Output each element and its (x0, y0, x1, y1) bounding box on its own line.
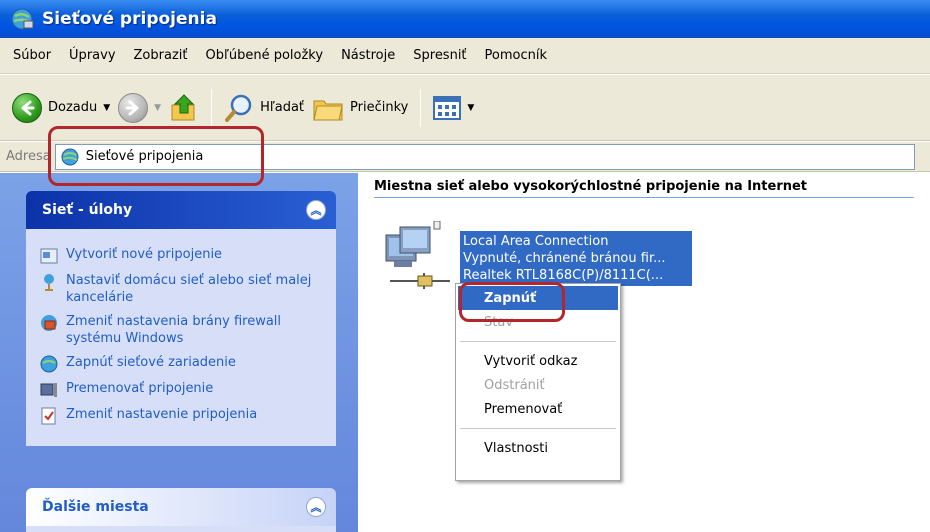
address-label: Adresa (6, 149, 51, 164)
up-folder-button[interactable] (165, 88, 203, 128)
toolbar: Dozadu ▼ ▼ Hľadať Priečinky ▼ (0, 75, 930, 141)
folders-label: Priečinky (350, 100, 409, 115)
connection-name: Local Area Connection (463, 234, 609, 249)
firewall-icon (41, 315, 57, 331)
connection-label[interactable]: Local Area Connection Vypnuté, chránené … (460, 231, 692, 286)
network-connections-icon (11, 8, 34, 30)
task-home-network[interactable]: Nastaviť domácu sieť alebo sieť malej ka… (40, 272, 326, 306)
group-title: Miestna sieť alebo vysokorýchlostné prip… (374, 179, 914, 198)
content-area: Miestna sieť alebo vysokorýchlostné prip… (358, 173, 930, 532)
rename-icon (40, 383, 57, 397)
up-folder-icon (171, 93, 195, 120)
menu-edit[interactable]: Úpravy (60, 48, 124, 63)
task-label: Zapnúť sieťové zariadenie (66, 355, 236, 370)
menu-item-rename[interactable]: Premenovať (458, 397, 618, 421)
connection-status: Vypnuté, chránené bránou fir... (463, 251, 666, 266)
network-tasks-title: Sieť - úlohy (42, 202, 133, 218)
new-connection-icon (40, 248, 58, 264)
back-button[interactable]: Dozadu ▼ (8, 88, 114, 128)
menu-favorites[interactable]: Obľúbené položky (196, 48, 332, 63)
task-label: Premenovať pripojenie (66, 381, 214, 396)
toolbar-separator (420, 88, 422, 127)
task-change-settings[interactable]: Zmeniť nastavenie pripojenia (40, 406, 326, 425)
back-dropdown-icon[interactable]: ▼ (103, 103, 110, 113)
menu-item-create-shortcut[interactable]: Vytvoriť odkaz (458, 349, 618, 373)
forward-button[interactable]: ▼ (114, 88, 165, 128)
back-arrow-icon (12, 92, 42, 123)
network-device-icon (40, 355, 58, 373)
views-dropdown-icon[interactable]: ▼ (467, 103, 474, 113)
properties-icon (41, 407, 56, 425)
other-places-body (26, 526, 336, 532)
address-value: Sieťové pripojenia (85, 149, 204, 164)
task-label: Zmeniť nastavenia brány firewall systému… (66, 314, 282, 346)
forward-arrow-icon (118, 92, 149, 123)
search-icon (225, 94, 252, 122)
views-icon (433, 95, 462, 120)
toolbar-separator (211, 88, 213, 127)
lan-connection-icon[interactable] (380, 221, 460, 297)
menu-item-properties[interactable]: Vlastnosti (458, 436, 618, 460)
task-label: Nastaviť domácu sieť alebo sieť malej ka… (66, 273, 312, 305)
task-pane: Sieť - úlohy ︽ Vytvoriť nové pripojenie … (0, 173, 358, 532)
task-firewall-settings[interactable]: Zmeniť nastavenia brány firewall systému… (40, 313, 326, 347)
menu-bar: Súbor Úpravy Zobraziť Obľúbené položky N… (0, 38, 930, 74)
menu-item-enable[interactable]: Zapnúť (458, 286, 618, 310)
network-connections-icon (61, 148, 79, 165)
search-label: Hľadať (260, 100, 305, 115)
folders-button[interactable]: Priečinky (308, 88, 412, 128)
menu-item-delete[interactable]: Odstrániť (458, 373, 618, 397)
forward-dropdown-icon[interactable]: ▼ (154, 103, 161, 113)
menu-tools[interactable]: Nástroje (332, 48, 404, 63)
window-title: Sieťové pripojenia (42, 9, 217, 29)
network-tasks-header[interactable]: Sieť - úlohy ︽ (26, 191, 336, 229)
task-label: Zmeniť nastavenie pripojenia (66, 407, 258, 422)
task-label: Vytvoriť nové pripojenie (66, 247, 223, 262)
connection-device: Realtek RTL8168C(P)/8111C(... (463, 268, 664, 283)
home-network-icon (44, 274, 54, 291)
other-places-header[interactable]: Ďalšie miesta ︽ (26, 488, 336, 526)
menu-advanced[interactable]: Spresniť (404, 48, 475, 63)
views-button[interactable]: ▼ (429, 88, 478, 128)
other-places-panel: Ďalšie miesta ︽ (26, 488, 336, 532)
menu-view[interactable]: Zobraziť (125, 48, 197, 63)
collapse-chevron-icon[interactable]: ︽ (306, 497, 326, 517)
menu-separator (460, 341, 616, 342)
back-label: Dozadu (48, 100, 98, 115)
collapse-chevron-icon[interactable]: ︽ (306, 200, 326, 220)
task-create-connection[interactable]: Vytvoriť nové pripojenie (40, 246, 326, 265)
title-bar: Sieťové pripojenia (0, 0, 930, 38)
other-places-title: Ďalšie miesta (42, 499, 149, 515)
task-enable-device[interactable]: Zapnúť sieťové zariadenie (40, 354, 326, 373)
menu-separator (460, 428, 616, 429)
task-rename-connection[interactable]: Premenovať pripojenie (40, 380, 326, 399)
folders-icon (313, 100, 343, 120)
address-field[interactable]: Sieťové pripojenia (54, 143, 915, 170)
menu-file[interactable]: Súbor (4, 48, 60, 63)
context-menu: Zapnúť Stav Vytvoriť odkaz Odstrániť Pre… (455, 283, 621, 481)
menu-help[interactable]: Pomocník (476, 48, 556, 63)
network-tasks-panel: Sieť - úlohy ︽ Vytvoriť nové pripojenie … (26, 191, 336, 446)
menu-item-status[interactable]: Stav (458, 310, 618, 334)
network-tasks-body: Vytvoriť nové pripojenie Nastaviť domácu… (26, 229, 336, 446)
search-button[interactable]: Hľadať (220, 88, 308, 128)
address-bar: Adresa Sieťové pripojenia (0, 142, 930, 172)
